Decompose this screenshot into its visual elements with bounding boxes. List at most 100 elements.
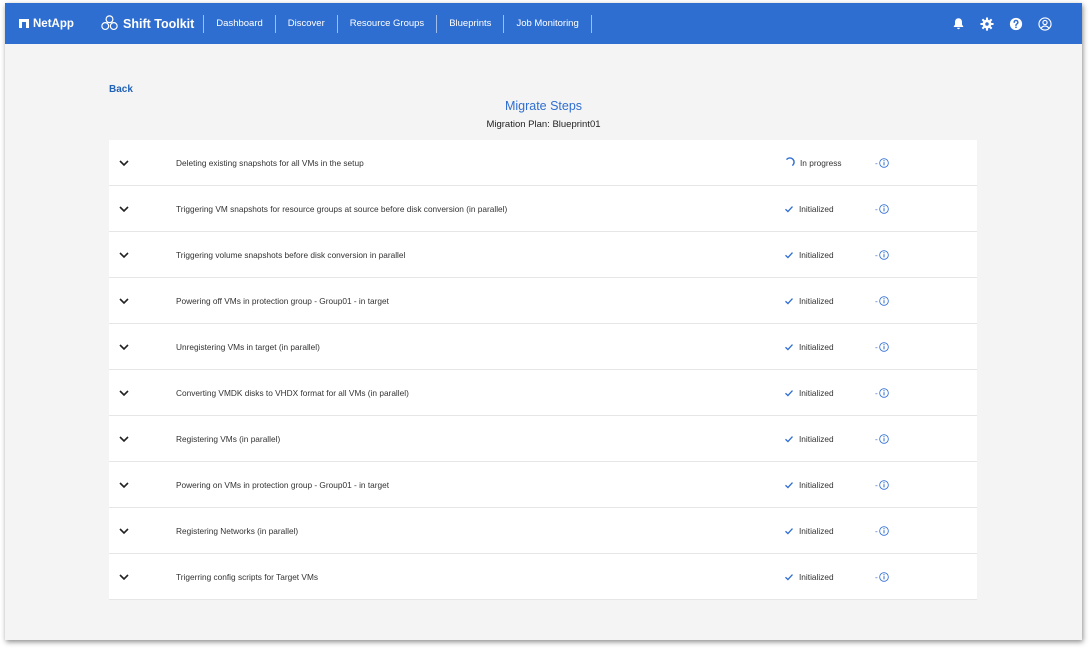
step-status-text: Initialized [799,571,834,582]
step-status: Initialized [784,250,834,260]
step-status: Initialized [784,434,834,444]
chevron-down-icon[interactable] [118,341,130,353]
step-row: Triggering VM snapshots for resource gro… [109,186,977,232]
info-icon[interactable] [879,157,889,168]
step-info[interactable]: - [875,434,889,444]
nav-dashboard[interactable]: Dashboard [204,14,276,33]
shift-toolkit-icon [101,15,118,31]
checkmark-icon [785,343,793,351]
checkmark-icon [785,527,793,535]
step-status: Initialized [784,342,834,352]
checkmark-icon [785,205,793,213]
help-icon[interactable] [1009,17,1023,31]
step-row: Converting VMDK disks to VHDX format for… [109,370,977,416]
page-subtitle: Migration Plan: Blueprint01 [486,119,601,130]
netapp-logo-text: NetApp [33,17,74,30]
chevron-down-icon[interactable] [118,525,130,537]
step-info-text: - [875,479,878,490]
checkmark-icon [785,481,793,489]
step-info-text: - [875,203,878,214]
info-icon[interactable] [879,571,889,582]
step-status: Initialized [784,480,834,490]
step-row: Deleting existing snapshots for all VMs … [109,140,977,186]
step-label: Registering VMs (in parallel) [176,433,281,444]
step-info[interactable]: - [875,480,889,490]
bell-icon[interactable] [952,17,965,30]
step-row: Unregistering VMs in target (in parallel… [109,324,977,370]
step-info[interactable]: - [875,204,889,214]
step-label: Registering Networks (in parallel) [176,525,299,536]
step-info[interactable]: - [875,250,889,260]
shift-toolkit-brand[interactable]: Shift Toolkit [101,14,205,33]
step-row: Registering Networks (in parallel) Initi… [109,508,977,554]
main-nav: Dashboard Discover Resource Groups Bluep… [204,14,592,33]
chevron-down-icon[interactable] [118,295,130,307]
step-info[interactable]: - [875,158,889,168]
step-label: Triggering VM snapshots for resource gro… [176,203,508,214]
step-label: Converting VMDK disks to VHDX format for… [176,387,409,398]
checkmark-icon [785,573,793,581]
checkmark-icon [785,251,793,259]
checkmark-icon [785,435,793,443]
chevron-down-icon[interactable] [118,157,130,169]
step-status-text: Initialized [799,203,834,214]
nav-discover[interactable]: Discover [276,14,338,33]
top-navigation-bar: NetApp Shift Toolkit Dashboard Discover … [5,3,1082,44]
step-info-text: - [875,157,878,168]
netapp-logo-icon [19,19,29,28]
info-icon[interactable] [879,525,889,536]
step-status: Initialized [784,204,834,214]
step-label: Deleting existing snapshots for all VMs … [176,157,364,168]
step-info-text: - [875,295,878,306]
chevron-down-icon[interactable] [118,479,130,491]
step-status-text: In progress [800,157,842,168]
step-info[interactable]: - [875,342,889,352]
step-status-text: Initialized [799,433,834,444]
nav-job-monitoring[interactable]: Job Monitoring [504,14,592,33]
step-info-text: - [875,387,878,398]
info-icon[interactable] [879,203,889,214]
info-icon[interactable] [879,249,889,260]
step-label: Unregistering VMs in target (in parallel… [176,341,320,352]
step-info-text: - [875,571,878,582]
app-window: NetApp Shift Toolkit Dashboard Discover … [5,3,1082,640]
chevron-down-icon[interactable] [118,571,130,583]
info-icon[interactable] [879,387,889,398]
info-icon[interactable] [879,341,889,352]
header-actions [952,16,1082,31]
nav-resource-groups[interactable]: Resource Groups [338,14,438,33]
step-info[interactable]: - [875,388,889,398]
step-label: Trigerring config scripts for Target VMs [176,571,319,582]
chevron-down-icon[interactable] [118,387,130,399]
info-icon[interactable] [879,295,889,306]
chevron-down-icon[interactable] [118,249,130,261]
user-profile-icon[interactable] [1038,16,1052,31]
checkmark-icon [785,297,793,305]
step-status: Initialized [784,572,834,582]
info-icon[interactable] [879,433,889,444]
step-info[interactable]: - [875,296,889,306]
chevron-down-icon[interactable] [118,433,130,445]
nav-blueprints[interactable]: Blueprints [437,14,505,33]
step-info[interactable]: - [875,572,889,582]
back-link[interactable]: Back [109,84,133,95]
step-status: Initialized [784,296,834,306]
netapp-logo[interactable]: NetApp [5,18,101,30]
step-info[interactable]: - [875,526,889,536]
step-row: Triggering volume snapshots before disk … [109,232,977,278]
step-label: Powering on VMs in protection group - Gr… [176,479,390,490]
step-status: Initialized [784,388,834,398]
info-icon[interactable] [879,479,889,490]
product-name: Shift Toolkit [123,16,195,31]
page-title: Migrate Steps [504,99,583,113]
step-row: Registering VMs (in parallel) Initialize… [109,416,977,462]
step-label: Triggering volume snapshots before disk … [176,249,406,260]
chevron-down-icon[interactable] [118,203,130,215]
step-status-text: Initialized [799,525,834,536]
step-info-text: - [875,525,878,536]
migrate-steps-list: Deleting existing snapshots for all VMs … [109,140,977,600]
step-status: Initialized [784,526,834,536]
step-status-text: Initialized [799,295,834,306]
gear-icon[interactable] [980,16,994,31]
step-row: Powering off VMs in protection group - G… [109,278,977,324]
